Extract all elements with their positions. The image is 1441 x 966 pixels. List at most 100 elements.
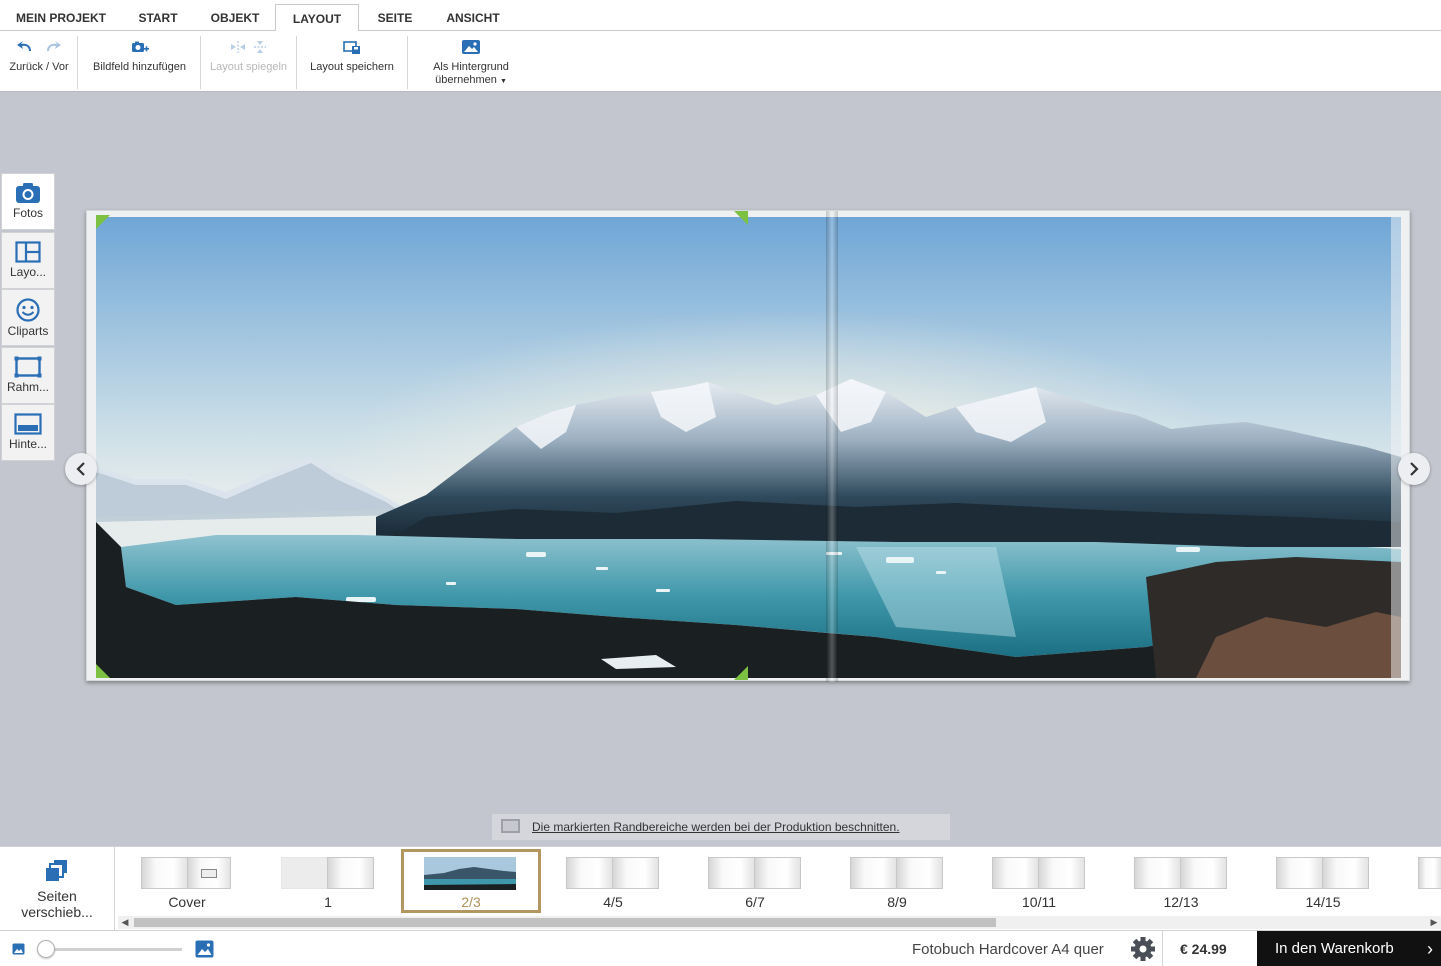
thumbnail-page bbox=[1038, 857, 1085, 889]
thumbnail-page bbox=[1134, 857, 1181, 889]
thumbnail-label: 14/15 bbox=[1305, 894, 1341, 910]
undo-redo-label: Zurück / Vor bbox=[9, 61, 69, 73]
crop-area-hint-link[interactable]: Die markierten Randbereiche werden bei d… bbox=[532, 820, 900, 834]
thumbnail-next-partial[interactable] bbox=[1418, 857, 1441, 889]
gear-icon[interactable] bbox=[1128, 936, 1158, 962]
previous-page-button[interactable] bbox=[65, 453, 97, 485]
ribbon-divider bbox=[77, 36, 78, 89]
add-photo-icon bbox=[82, 39, 197, 57]
thumbnail-page bbox=[1322, 857, 1369, 889]
thumbnail-page-2-3[interactable] bbox=[424, 857, 516, 890]
crop-marker-icon bbox=[96, 215, 110, 229]
add-image-field-button[interactable]: Bildfeld hinzufügen bbox=[82, 31, 197, 91]
crop-marker-icon bbox=[734, 211, 748, 225]
tab-layout[interactable]: LAYOUT bbox=[275, 4, 359, 32]
frame-icon bbox=[14, 356, 42, 378]
thumbnail-page-12-13[interactable] bbox=[1134, 857, 1228, 889]
sidebar-item-label: Hinte... bbox=[8, 437, 47, 451]
thumbnail-page-10-11[interactable] bbox=[992, 857, 1086, 889]
tab-start[interactable]: START bbox=[126, 4, 190, 32]
as-background-label: Als Hintergrund übernehmen ▼ bbox=[433, 61, 509, 86]
thumbnail-page-6-7[interactable] bbox=[708, 857, 802, 889]
chevron-right-icon bbox=[1410, 462, 1419, 476]
crop-marker-icon bbox=[734, 666, 748, 680]
zoom-slider-handle[interactable] bbox=[37, 940, 55, 958]
thumbnail-page bbox=[708, 857, 755, 889]
smiley-icon bbox=[16, 298, 40, 322]
thumbnail-page bbox=[612, 857, 659, 889]
mirror-layout-label: Layout spiegeln bbox=[209, 61, 288, 73]
thumbnail-label: 2/3 bbox=[461, 894, 481, 910]
ribbon-divider bbox=[407, 36, 408, 89]
zoom-slider-track[interactable] bbox=[40, 948, 182, 951]
image-placeholder-icon bbox=[201, 869, 217, 878]
crop-area-hint: Die markierten Randbereiche werden bei d… bbox=[492, 814, 950, 840]
scroll-right-icon[interactable]: ▶ bbox=[1427, 916, 1441, 929]
as-background-button[interactable]: Als Hintergrund übernehmen ▼ bbox=[414, 31, 528, 91]
thumbnail-cover[interactable] bbox=[140, 857, 234, 889]
spread-gutter bbox=[826, 211, 838, 682]
sidebar-item-fotos[interactable]: Fotos bbox=[1, 173, 55, 230]
tab-mein-projekt[interactable]: MEIN PROJEKT bbox=[6, 4, 116, 32]
thumbnail-page bbox=[566, 857, 613, 889]
move-pages-label: Seiten verschieb... bbox=[21, 888, 93, 920]
thumbnail-page bbox=[327, 857, 374, 889]
undo-redo-button[interactable]: Zurück / Vor bbox=[2, 31, 76, 91]
move-pages-icon bbox=[46, 860, 67, 881]
sidebar-item-hintergrund[interactable]: Hinte... bbox=[1, 404, 55, 461]
move-pages-button[interactable]: Seiten verschieb... bbox=[0, 847, 115, 931]
background-image-icon bbox=[414, 39, 528, 57]
thumbnail-page bbox=[281, 857, 328, 889]
zoom-out-image-icon[interactable] bbox=[12, 943, 25, 955]
scroll-left-icon[interactable]: ◀ bbox=[118, 916, 132, 929]
photobook-spread[interactable] bbox=[86, 210, 1410, 682]
thumbnail-page-8-9[interactable] bbox=[850, 857, 944, 889]
next-page-button[interactable] bbox=[1398, 453, 1430, 485]
menu-tab-bar: MEIN PROJEKT START OBJEKT LAYOUT SEITE A… bbox=[0, 0, 1441, 32]
sidebar-item-layouts[interactable]: Layo... bbox=[1, 232, 55, 289]
undo-redo-icon bbox=[2, 39, 76, 57]
crop-area-legend-icon bbox=[501, 819, 520, 833]
layout-icon bbox=[15, 241, 41, 263]
zoom-in-image-icon[interactable] bbox=[195, 940, 214, 958]
add-to-cart-label: In den Warenkorb bbox=[1275, 940, 1394, 957]
tab-objekt[interactable]: OBJEKT bbox=[203, 4, 267, 32]
thumbnail-label: 6/7 bbox=[745, 894, 765, 910]
mirror-layout-button[interactable]: Layout spiegeln bbox=[203, 31, 294, 91]
thumbnail-page-4-5[interactable] bbox=[566, 857, 660, 889]
ribbon-divider bbox=[200, 36, 201, 89]
product-name: Fotobuch Hardcover A4 quer bbox=[912, 941, 1104, 958]
save-layout-label: Layout speichern bbox=[310, 61, 394, 73]
save-layout-button[interactable]: Layout speichern bbox=[300, 31, 404, 91]
thumbnail-page bbox=[896, 857, 943, 889]
thumbnail-label: 8/9 bbox=[887, 894, 907, 910]
sidebar-item-cliparts[interactable]: Cliparts bbox=[1, 289, 55, 346]
save-layout-icon bbox=[300, 39, 404, 57]
background-icon bbox=[14, 413, 42, 435]
page-thumbnail-strip: Seitenverschieb... Cover 1 2/3 4/5 6/7 bbox=[0, 846, 1441, 931]
scrollbar-thumb[interactable] bbox=[134, 918, 996, 927]
thumbnail-page bbox=[141, 857, 188, 889]
panorama-photo[interactable] bbox=[96, 217, 1401, 678]
layout-ribbon: Zurück / Vor Bildfeld hinzufügen Layout … bbox=[0, 31, 1441, 92]
tab-ansicht[interactable]: ANSICHT bbox=[436, 4, 510, 32]
sidebar-item-label: Layo... bbox=[9, 265, 47, 279]
thumbnail-page bbox=[187, 857, 231, 889]
status-bar: Fotobuch Hardcover A4 quer € 24.99 In de… bbox=[0, 930, 1441, 966]
thumbnail-page bbox=[992, 857, 1039, 889]
thumbnail-page-1[interactable] bbox=[281, 857, 375, 889]
camera-icon bbox=[16, 183, 40, 203]
add-to-cart-button[interactable]: In den Warenkorb › bbox=[1257, 931, 1441, 966]
thumbnail-scrollbar[interactable]: ◀ ▶ bbox=[118, 916, 1441, 929]
thumbnail-page-14-15[interactable] bbox=[1276, 857, 1370, 889]
thumbnail-page bbox=[1180, 857, 1227, 889]
sidebar-item-rahmen[interactable]: Rahm... bbox=[1, 347, 55, 404]
mirror-icon bbox=[203, 39, 294, 57]
add-image-field-label: Bildfeld hinzufügen bbox=[93, 61, 186, 73]
chevron-left-icon bbox=[76, 462, 85, 476]
dropdown-caret-icon: ▼ bbox=[499, 78, 507, 85]
price: € 24.99 bbox=[1162, 931, 1258, 966]
thumbnail-label: Cover bbox=[168, 894, 206, 910]
thumbnail-label: 4/5 bbox=[603, 894, 623, 910]
tab-seite[interactable]: SEITE bbox=[366, 4, 424, 32]
